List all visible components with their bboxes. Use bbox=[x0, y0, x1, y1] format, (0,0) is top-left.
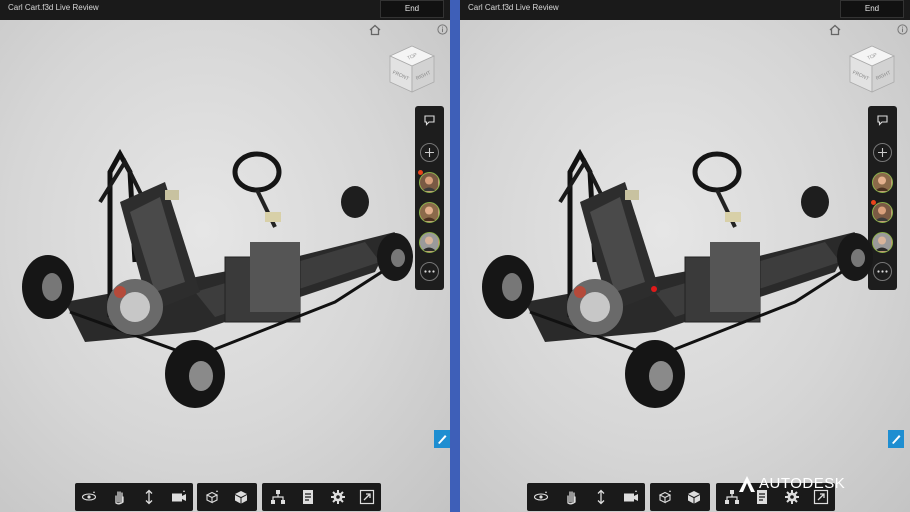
browser-tree-icon[interactable] bbox=[270, 489, 286, 505]
document-title: Carl Cart.f3d Live Review bbox=[8, 3, 99, 12]
view-cube[interactable]: TOP FRONT RIGHT bbox=[844, 42, 900, 98]
info-icon[interactable] bbox=[437, 24, 448, 35]
end-button[interactable]: End bbox=[840, 0, 904, 18]
split-divider[interactable] bbox=[450, 0, 460, 512]
comment-icon[interactable] bbox=[419, 110, 440, 131]
model-cube-icon[interactable] bbox=[233, 489, 249, 505]
top-bar: Carl Cart.f3d Live Review End bbox=[0, 0, 450, 20]
kart-3d-model[interactable] bbox=[475, 142, 895, 412]
left-viewer-pane: Carl Cart.f3d Live Review End TOP FRONT … bbox=[0, 0, 450, 512]
pan-icon[interactable] bbox=[563, 489, 579, 505]
autodesk-logo-icon bbox=[739, 476, 755, 492]
model-toolbar bbox=[650, 483, 710, 511]
top-bar: Carl Cart.f3d Live Review End bbox=[460, 0, 910, 20]
explode-icon[interactable] bbox=[657, 489, 673, 505]
info-icon[interactable] bbox=[897, 24, 908, 35]
fullscreen-icon[interactable] bbox=[359, 489, 375, 505]
model-toolbar bbox=[197, 483, 257, 511]
navigation-toolbar bbox=[75, 483, 193, 511]
view-cube[interactable]: TOP FRONT RIGHT bbox=[384, 42, 440, 98]
home-icon[interactable] bbox=[369, 24, 381, 36]
pan-icon[interactable] bbox=[111, 489, 127, 505]
markup-pen-icon[interactable] bbox=[888, 430, 904, 448]
orbit-icon[interactable] bbox=[533, 489, 549, 505]
autodesk-logo: AUTODESK bbox=[737, 470, 867, 498]
zoom-icon[interactable] bbox=[141, 489, 157, 505]
settings-icon[interactable] bbox=[330, 489, 346, 505]
document-title: Carl Cart.f3d Live Review bbox=[468, 3, 559, 12]
properties-icon[interactable] bbox=[300, 489, 316, 505]
right-viewer-pane: Carl Cart.f3d Live Review End TOP FRONT … bbox=[460, 0, 910, 512]
orbit-icon[interactable] bbox=[81, 489, 97, 505]
end-button[interactable]: End bbox=[380, 0, 444, 18]
camera-icon[interactable] bbox=[623, 489, 639, 505]
navigation-toolbar bbox=[527, 483, 645, 511]
tools-toolbar bbox=[262, 483, 381, 511]
camera-icon[interactable] bbox=[171, 489, 187, 505]
pointer-marker bbox=[651, 286, 657, 292]
comment-icon[interactable] bbox=[872, 110, 893, 131]
explode-icon[interactable] bbox=[204, 489, 220, 505]
zoom-icon[interactable] bbox=[593, 489, 609, 505]
kart-3d-model[interactable] bbox=[15, 142, 435, 412]
home-icon[interactable] bbox=[829, 24, 841, 36]
model-cube-icon[interactable] bbox=[686, 489, 702, 505]
markup-pen-icon[interactable] bbox=[434, 430, 450, 448]
autodesk-wordmark: AUTODESK bbox=[759, 475, 846, 492]
